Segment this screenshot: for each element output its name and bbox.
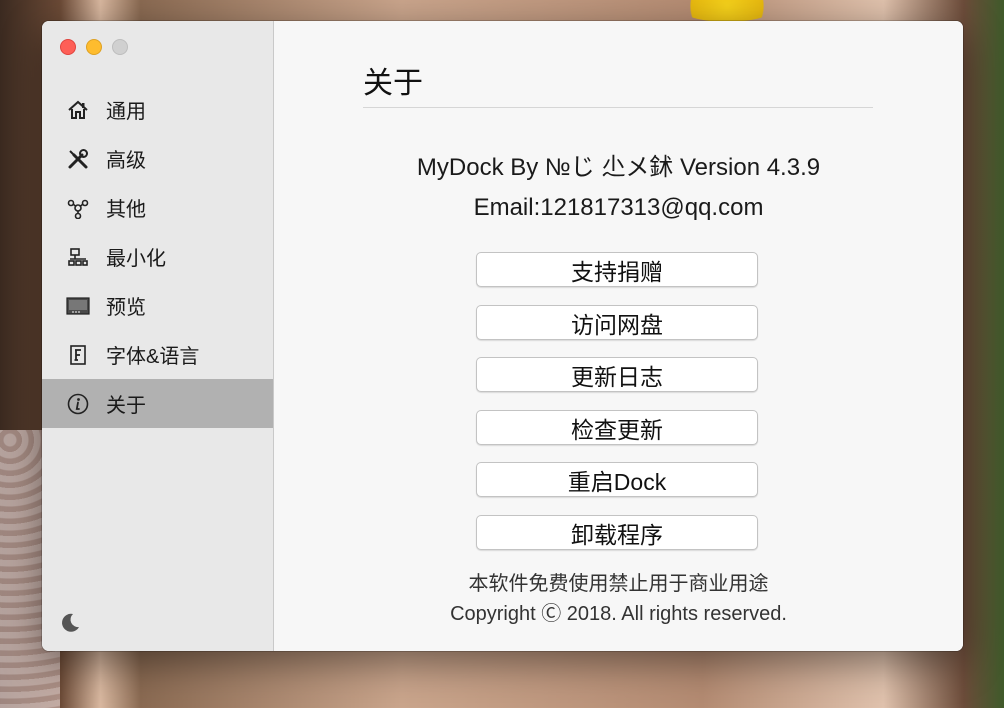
restart-dock-button[interactable]: 重启Dock — [476, 462, 758, 497]
minimize-button[interactable] — [86, 39, 102, 55]
sidebar: 通用 高级 其他 最小化 预览 字体&语言 关于 — [42, 21, 274, 651]
sidebar-item-label: 字体&语言 — [106, 346, 200, 368]
network-icon — [66, 196, 90, 220]
uninstall-button[interactable]: 卸载程序 — [476, 515, 758, 550]
zoom-button[interactable] — [112, 39, 128, 55]
preview-icon — [66, 294, 90, 318]
moon-icon[interactable] — [58, 611, 82, 635]
sidebar-item-label: 预览 — [106, 297, 146, 319]
sidebar-item-label: 关于 — [106, 395, 146, 417]
title-divider — [363, 107, 873, 108]
license-notice: 本软件免费使用禁止用于商业用途 — [468, 573, 769, 595]
sidebar-nav: 通用 高级 其他 最小化 预览 字体&语言 关于 — [42, 85, 273, 428]
visit-netdisk-button[interactable]: 访问网盘 — [476, 305, 758, 340]
changelog-button[interactable]: 更新日志 — [476, 357, 758, 392]
copyright-text: Copyright Ⓒ 2018. All rights reserved. — [450, 603, 787, 625]
sidebar-item-minimize[interactable]: 最小化 — [42, 232, 273, 281]
sidebar-item-other[interactable]: 其他 — [42, 183, 273, 232]
font-icon — [66, 343, 90, 367]
sidebar-item-advanced[interactable]: 高级 — [42, 134, 273, 183]
sidebar-item-label: 通用 — [106, 101, 146, 123]
page-title: 关于 — [363, 67, 423, 100]
sidebar-item-about[interactable]: 关于 — [42, 379, 273, 428]
sidebar-item-general[interactable]: 通用 — [42, 85, 273, 134]
check-update-button[interactable]: 检查更新 — [476, 410, 758, 445]
version-text: MyDock By №じ 尐メ鉥 Version 4.3.9 — [416, 154, 821, 181]
sidebar-item-font-language[interactable]: 字体&语言 — [42, 330, 273, 379]
donate-button[interactable]: 支持捐赠 — [476, 252, 758, 287]
close-button[interactable] — [60, 39, 76, 55]
email-text: Email:121817313@qq.com — [473, 194, 764, 221]
about-panel: 关于 MyDock By №じ 尐メ鉥 Version 4.3.9 Email:… — [274, 21, 963, 651]
sidebar-item-label: 其他 — [106, 199, 146, 221]
sidebar-item-preview[interactable]: 预览 — [42, 281, 273, 330]
tools-icon — [66, 147, 90, 171]
home-icon — [66, 98, 90, 122]
info-icon — [66, 392, 90, 416]
preferences-window: 通用 高级 其他 最小化 预览 字体&语言 关于 关于 MyDock By №じ… — [42, 21, 963, 651]
sidebar-item-label: 高级 — [106, 150, 146, 172]
sidebar-item-label: 最小化 — [106, 248, 166, 270]
background-flower — [672, 0, 782, 22]
minimize-icon — [66, 245, 90, 269]
window-controls — [60, 39, 128, 55]
